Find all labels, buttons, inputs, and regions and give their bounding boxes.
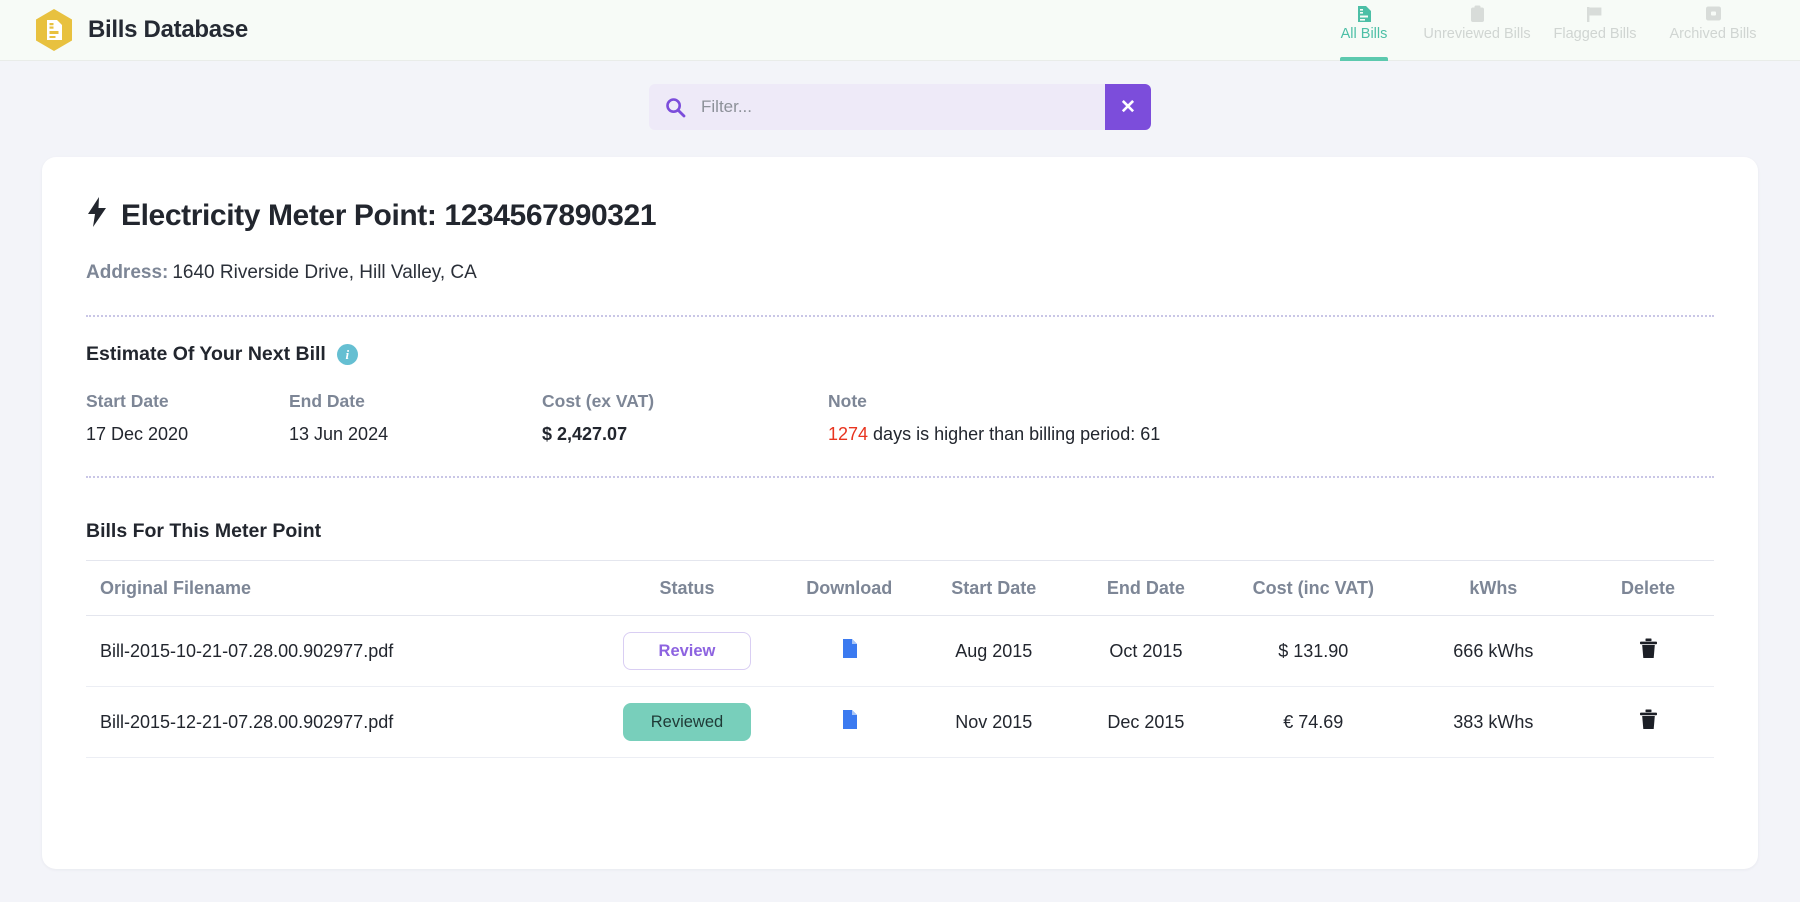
field-label: End Date <box>289 391 365 411</box>
brand-title: Bills Database <box>88 16 248 43</box>
tab-active-underline <box>1571 57 1619 61</box>
field-label: Note <box>828 391 867 411</box>
filter-input[interactable] <box>701 84 1105 130</box>
tab-label: Archived Bills <box>1669 25 1757 42</box>
estimate-fields: Start Date 17 Dec 2020 End Date 13 Jun 2… <box>86 391 1714 445</box>
tab-label: All Bills <box>1340 25 1388 42</box>
cell-cost: € 74.69 <box>1222 686 1405 758</box>
table-header-row: Original Filename Status Download Start … <box>86 560 1714 616</box>
tab-flagged-bills[interactable]: Flagged Bills <box>1536 0 1654 61</box>
cell-kwhs: 383 kWhs <box>1404 686 1583 758</box>
tab-active-underline <box>1340 56 1388 61</box>
table-row: Bill-2015-10-21-07.28.00.902977.pdf Revi… <box>86 615 1714 687</box>
field-label: Cost (ex VAT) <box>542 391 655 411</box>
top-navigation-bar: Bills Database All Bills Unreviewed Bill… <box>0 0 1800 61</box>
filter-bar-container: ✕ <box>0 61 1800 130</box>
divider-bottom <box>86 476 1714 478</box>
field-value: 1274 days is higher than billing period:… <box>828 424 1160 445</box>
cell-download <box>780 686 918 758</box>
column-header-cost: Cost (inc VAT) <box>1222 560 1405 616</box>
document-icon <box>1356 5 1373 23</box>
field-value: 17 Dec 2020 <box>86 424 189 444</box>
column-header-kwhs: kWhs <box>1404 560 1583 616</box>
field-value: 13 Jun 2024 <box>289 424 389 444</box>
cell-delete <box>1582 615 1714 687</box>
cell-filename: Bill-2015-10-21-07.28.00.902977.pdf <box>86 615 594 687</box>
cell-cost: $ 131.90 <box>1222 615 1405 687</box>
cell-delete <box>1582 686 1714 758</box>
flag-icon <box>1586 5 1604 23</box>
estimate-heading-text: Estimate Of Your Next Bill <box>86 343 326 365</box>
cell-status: Reviewed <box>593 686 781 758</box>
review-button[interactable]: Review <box>622 632 751 670</box>
trash-icon[interactable] <box>1639 709 1658 730</box>
column-header-status: Status <box>593 560 781 616</box>
cell-start-date: Nov 2015 <box>917 686 1070 758</box>
tab-unreviewed-bills[interactable]: Unreviewed Bills <box>1418 0 1536 61</box>
search-icon <box>649 97 701 118</box>
cell-end-date: Dec 2015 <box>1069 686 1222 758</box>
tab-active-underline <box>1453 57 1501 61</box>
reviewed-button[interactable]: Reviewed <box>622 703 751 741</box>
field-value: $ 2,427.07 <box>542 424 628 444</box>
table-row: Bill-2015-12-21-07.28.00.902977.pdf Revi… <box>86 686 1714 758</box>
column-header-start-date: Start Date <box>917 560 1070 616</box>
tab-bar: All Bills Unreviewed Bills Flagged Bills <box>1310 0 1772 61</box>
trash-icon[interactable] <box>1639 638 1658 659</box>
address-line: Address: 1640 Riverside Drive, Hill Valle… <box>86 262 1714 284</box>
clipboard-icon <box>1470 5 1485 23</box>
file-download-icon[interactable] <box>842 639 857 658</box>
address-label: Address: <box>86 262 169 283</box>
estimate-cost-ex-vat: Cost (ex VAT) $ 2,427.07 <box>542 391 828 445</box>
filter-bar: ✕ <box>649 84 1151 130</box>
bills-table: Original Filename Status Download Start … <box>86 560 1714 758</box>
column-header-download: Download <box>780 560 918 616</box>
address-value: 1640 Riverside Drive, Hill Valley, CA <box>172 262 477 283</box>
divider-top <box>86 315 1714 317</box>
estimate-end-date: End Date 13 Jun 2024 <box>289 391 542 445</box>
tab-label: Unreviewed Bills <box>1423 25 1531 42</box>
tab-all-bills[interactable]: All Bills <box>1310 0 1418 61</box>
note-highlight-value: 1274 <box>828 424 869 444</box>
document-hexagon-logo-icon <box>34 8 74 52</box>
column-header-original-filename: Original Filename <box>86 560 594 616</box>
tab-active-underline <box>1689 57 1737 61</box>
info-icon[interactable]: i <box>336 344 358 365</box>
tab-archived-bills[interactable]: Archived Bills <box>1654 0 1772 61</box>
note-text: days is higher than billing period: 61 <box>868 424 1161 444</box>
estimate-start-date: Start Date 17 Dec 2020 <box>86 391 289 445</box>
archive-icon <box>1705 5 1722 23</box>
tab-label: Flagged Bills <box>1553 25 1637 42</box>
meter-point-title-text: Electricity Meter Point: 1234567890321 <box>121 199 657 232</box>
field-label: Start Date <box>86 391 169 411</box>
brand: Bills Database <box>34 8 248 52</box>
lightning-bolt-icon <box>86 197 108 235</box>
cell-filename: Bill-2015-12-21-07.28.00.902977.pdf <box>86 686 594 758</box>
cell-start-date: Aug 2015 <box>917 615 1070 687</box>
estimate-note: Note 1274 days is higher than billing pe… <box>828 391 1160 445</box>
cell-kwhs: 666 kWhs <box>1404 615 1583 687</box>
meter-point-card: Electricity Meter Point: 1234567890321 A… <box>42 157 1758 869</box>
column-header-delete: Delete <box>1582 560 1714 616</box>
cell-status: Review <box>593 615 781 687</box>
cell-end-date: Oct 2015 <box>1069 615 1222 687</box>
column-header-end-date: End Date <box>1069 560 1222 616</box>
estimate-section-heading: Estimate Of Your Next Bill i <box>86 343 1714 366</box>
page-title: Electricity Meter Point: 1234567890321 <box>86 197 1714 235</box>
clear-filter-button[interactable]: ✕ <box>1105 84 1151 130</box>
file-download-icon[interactable] <box>842 710 857 729</box>
cell-download <box>780 615 918 687</box>
bills-table-title: Bills For This Meter Point <box>86 520 322 542</box>
